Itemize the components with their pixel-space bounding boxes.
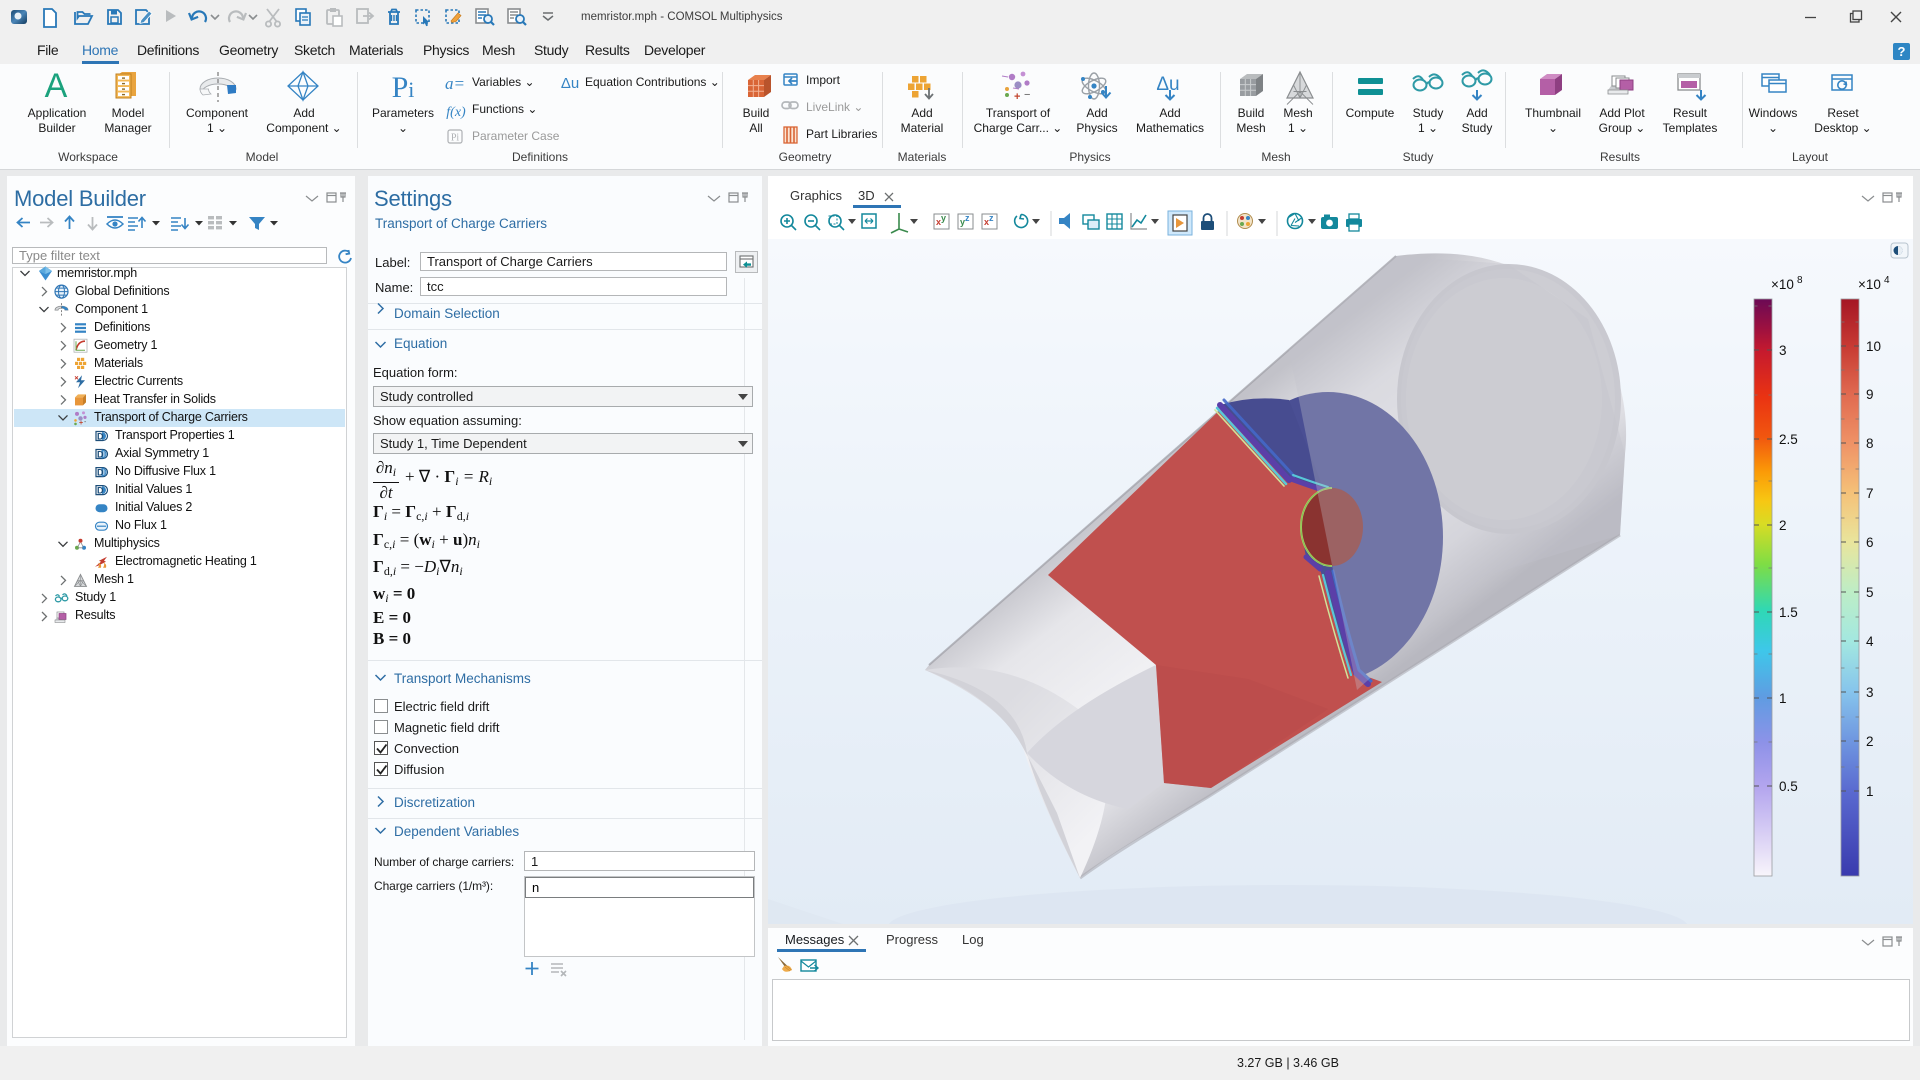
- svg-text:D: D: [97, 450, 104, 460]
- svg-text:8: 8: [1797, 275, 1803, 286]
- svg-text:0.5: 0.5: [1779, 779, 1798, 794]
- svg-text:9: 9: [1866, 387, 1874, 402]
- svg-text:D: D: [97, 432, 104, 442]
- svg-text:4: 4: [1866, 634, 1874, 649]
- svg-text:2.5: 2.5: [1779, 432, 1798, 447]
- svg-text:8: 8: [1866, 436, 1874, 451]
- svg-text:−: −: [1024, 89, 1030, 101]
- svg-text:a=: a=: [445, 74, 465, 93]
- svg-text:z: z: [989, 213, 994, 223]
- svg-text:7: 7: [1866, 486, 1874, 501]
- svg-text:D: D: [97, 468, 104, 478]
- svg-text:1: 1: [1779, 691, 1787, 706]
- svg-text:×10: ×10: [1858, 277, 1881, 292]
- svg-text:+: +: [79, 420, 83, 427]
- svg-text:f(x): f(x): [446, 105, 466, 120]
- svg-text:+: +: [1014, 91, 1020, 103]
- svg-text:Pi: Pi: [451, 133, 460, 144]
- svg-text:3: 3: [1779, 343, 1787, 358]
- svg-text:2: 2: [1779, 518, 1787, 533]
- svg-text:Δu: Δu: [1156, 74, 1179, 95]
- svg-text:10: 10: [1866, 339, 1881, 354]
- svg-text:6: 6: [1866, 535, 1874, 550]
- svg-text:1.5: 1.5: [1779, 605, 1798, 620]
- svg-text:Δu: Δu: [561, 75, 579, 92]
- svg-text:1: 1: [1866, 784, 1874, 799]
- svg-text:y: y: [941, 213, 946, 223]
- svg-text:×10: ×10: [1771, 277, 1794, 292]
- svg-text:D: D: [97, 486, 104, 496]
- svg-text:z: z: [965, 213, 970, 223]
- svg-text:5: 5: [1866, 585, 1874, 600]
- svg-text:2: 2: [1866, 734, 1874, 749]
- svg-text:3: 3: [1866, 685, 1874, 700]
- svg-text:-: -: [84, 419, 87, 426]
- svg-text:Pi: Pi: [392, 71, 415, 104]
- svg-text:4: 4: [1884, 275, 1890, 286]
